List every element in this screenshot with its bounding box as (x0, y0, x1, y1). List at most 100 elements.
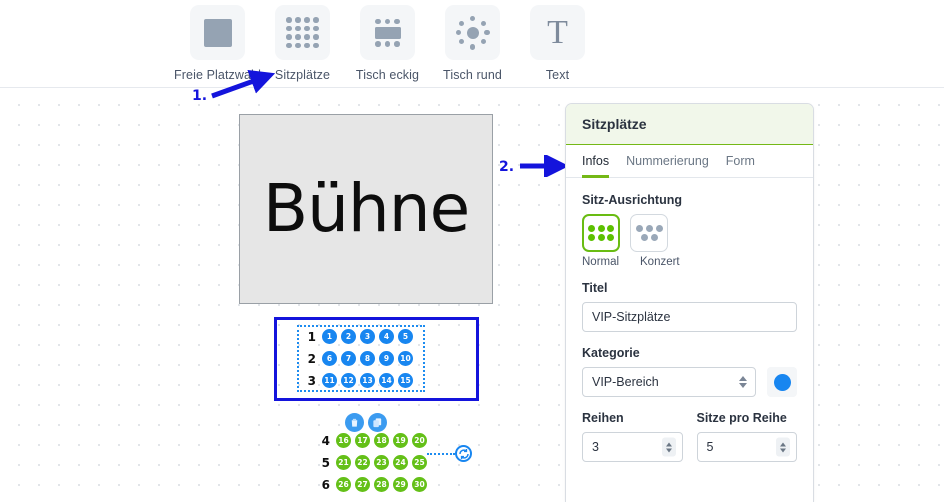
orientation-option-normal[interactable] (582, 214, 620, 252)
normal-seat-icon (588, 224, 614, 242)
seat[interactable]: 22 (354, 454, 371, 471)
duplicate-icon[interactable] (368, 413, 387, 432)
app-root: Freie Platzwahl Sitzplätze Tisch eckig T… (0, 0, 944, 502)
orientation-label: Sitz-Ausrichtung (582, 193, 682, 207)
seat[interactable]: 11 (321, 372, 338, 389)
filled-square-icon (190, 5, 245, 60)
reihen-group: Reihen 3 (582, 411, 683, 462)
seat[interactable]: 4 (378, 328, 395, 345)
seat[interactable]: 3 (359, 328, 376, 345)
seat[interactable]: 27 (354, 476, 371, 493)
orientation-label-normal: Normal (582, 256, 620, 268)
seat[interactable]: 23 (373, 454, 390, 471)
titel-input[interactable] (582, 302, 797, 332)
sitze-pro-reihe-stepper[interactable] (776, 437, 790, 457)
seat[interactable]: 13 (359, 372, 376, 389)
reihen-input[interactable]: 3 (582, 432, 683, 462)
seat[interactable]: 29 (392, 476, 409, 493)
rows-seats-row: Reihen 3 Sitze pro Reihe 5 (582, 411, 797, 462)
seat-row[interactable]: 5 21 22 23 24 25 (316, 453, 430, 472)
element-toolbar: Freie Platzwahl Sitzplätze Tisch eckig T… (0, 0, 944, 88)
orientation-label-konzert: Konzert (640, 256, 680, 268)
rotate-connector-line (427, 453, 455, 455)
orientation-labels: Normal Konzert (582, 256, 797, 268)
seat-row[interactable]: 2 6 7 8 9 10 (302, 349, 416, 368)
seat[interactable]: 24 (392, 454, 409, 471)
kategorie-select[interactable]: VIP-Bereich (582, 367, 756, 397)
tool-label: Sitzplätze (274, 68, 331, 82)
row-label: 4 (321, 433, 330, 448)
panel-header: Sitzplätze (566, 104, 813, 145)
seat[interactable]: 15 (397, 372, 414, 389)
tool-text[interactable]: T Text (515, 5, 600, 82)
seat-row[interactable]: 6 26 27 28 29 30 (316, 475, 430, 494)
annotation-1-label: 1. (192, 88, 208, 104)
panel-body: Sitz-Ausrichtung Normal Konzert Titel VI… (566, 178, 813, 462)
seat[interactable]: 26 (335, 476, 352, 493)
annotation-1-arrow-up-right-icon (211, 70, 276, 99)
row-label: 3 (307, 373, 316, 388)
tool-label: Text (545, 68, 570, 82)
panel-tabs: Infos Nummerierung Form (566, 145, 813, 178)
reihen-value: 3 (592, 440, 599, 454)
tab-nummerierung[interactable]: Nummerierung (626, 154, 709, 178)
rect-table-icon (360, 5, 415, 60)
text-tool-icon: T (530, 5, 585, 60)
row-label: 1 (307, 329, 316, 344)
seat-rows-blue: 1 1 2 3 4 5 2 6 7 8 9 10 3 11 12 13 14 1… (302, 327, 416, 393)
seat[interactable]: 9 (378, 350, 395, 367)
seat[interactable]: 16 (335, 432, 352, 449)
row-label: 6 (321, 477, 330, 492)
delete-icon[interactable] (345, 413, 364, 432)
panel-title: Sitzplätze (582, 116, 647, 132)
seat[interactable]: 14 (378, 372, 395, 389)
stage-element[interactable]: Bühne (239, 114, 493, 304)
seat-rows-green: 4 16 17 18 19 20 5 21 22 23 24 25 6 26 2… (316, 431, 430, 497)
stage-label: Bühne (262, 170, 470, 247)
tab-form[interactable]: Form (726, 154, 755, 178)
seat[interactable]: 2 (340, 328, 357, 345)
tool-label: Tisch eckig (355, 68, 420, 82)
seat-grid-icon (275, 5, 330, 60)
color-dot-icon (773, 373, 791, 391)
seat[interactable]: 28 (373, 476, 390, 493)
seat[interactable]: 12 (340, 372, 357, 389)
seat[interactable]: 25 (411, 454, 428, 471)
seat[interactable]: 7 (340, 350, 357, 367)
rotate-icon[interactable] (455, 445, 472, 462)
sitze-pro-reihe-value: 5 (706, 440, 714, 454)
kategorie-value: VIP-Bereich (592, 375, 659, 389)
round-table-icon (445, 5, 500, 60)
annotation-2-label: 2. (499, 159, 515, 175)
seat[interactable]: 18 (373, 432, 390, 449)
seat-row[interactable]: 1 1 2 3 4 5 (302, 327, 416, 346)
row-label: 5 (321, 455, 330, 470)
seat[interactable]: 19 (392, 432, 409, 449)
kategorie-color-button[interactable] (767, 367, 797, 397)
seat[interactable]: 21 (335, 454, 352, 471)
tool-tisch-rund[interactable]: Tisch rund (430, 5, 515, 82)
seat[interactable]: 6 (321, 350, 338, 367)
reihen-label: Reihen (582, 411, 624, 425)
properties-panel: Sitzplätze Infos Nummerierung Form Sitz-… (565, 103, 814, 502)
seat[interactable]: 5 (397, 328, 414, 345)
seat[interactable]: 30 (411, 476, 428, 493)
reihen-stepper[interactable] (661, 437, 676, 457)
tool-tisch-eckig[interactable]: Tisch eckig (345, 5, 430, 82)
tab-infos[interactable]: Infos (582, 154, 610, 178)
seat[interactable]: 1 (321, 328, 338, 345)
seat[interactable]: 8 (359, 350, 376, 367)
orientation-options (582, 214, 797, 252)
seat-row[interactable]: 3 11 12 13 14 15 (302, 371, 416, 390)
seat[interactable]: 10 (397, 350, 414, 367)
seat[interactable]: 17 (354, 432, 371, 449)
sitze-pro-reihe-input[interactable]: 5 (696, 432, 797, 462)
row-label: 2 (307, 351, 316, 366)
tool-label: Tisch rund (443, 68, 502, 82)
kategorie-label: Kategorie (582, 346, 640, 360)
orientation-option-konzert[interactable] (630, 214, 668, 252)
sitze-pro-reihe-label: Sitze pro Reihe (696, 411, 787, 425)
seat[interactable]: 20 (411, 432, 428, 449)
kategorie-row: VIP-Bereich (582, 367, 797, 397)
seat-row[interactable]: 4 16 17 18 19 20 (316, 431, 430, 450)
